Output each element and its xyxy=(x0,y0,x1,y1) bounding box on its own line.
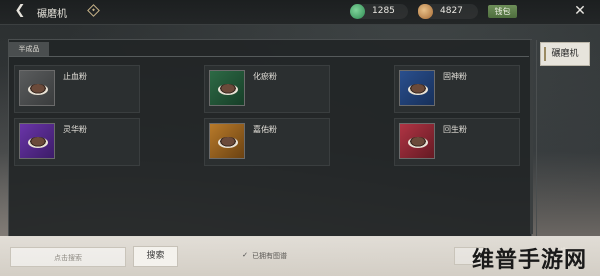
owned-filter-label[interactable]: 已拥有图谱 xyxy=(252,251,287,261)
item-name: 回生粉 xyxy=(443,125,467,134)
item-icon-frame xyxy=(399,123,435,159)
search-button[interactable]: 搜索 xyxy=(133,246,178,267)
item-icon-frame xyxy=(19,70,55,106)
jade-icon xyxy=(350,4,365,19)
search-input[interactable]: 点击搜索 xyxy=(10,247,126,267)
watermark: 维普手游网 xyxy=(472,248,588,273)
coin-icon xyxy=(418,4,433,19)
bowl-icon xyxy=(218,84,238,95)
item-icon-frame xyxy=(209,70,245,106)
item-icon-frame xyxy=(209,123,245,159)
jade-currency[interactable]: 1285 xyxy=(350,4,408,19)
item-name: 灵华粉 xyxy=(63,125,87,134)
coin-amount: 4827 xyxy=(440,6,463,16)
coin-currency[interactable]: 4827 xyxy=(418,4,478,19)
recipe-item[interactable]: 回生粉 xyxy=(394,118,520,166)
item-icon-frame xyxy=(399,70,435,106)
recipe-item[interactable]: 固神粉 xyxy=(394,65,520,113)
item-icon-frame xyxy=(19,123,55,159)
scrollbar[interactable] xyxy=(530,40,533,234)
item-name: 化瘀粉 xyxy=(253,72,277,81)
side-tab-grinder[interactable]: 碾磨机 xyxy=(540,42,590,66)
bowl-icon xyxy=(28,84,48,95)
bowl-icon xyxy=(28,137,48,148)
recipe-item[interactable]: 止血粉 xyxy=(14,65,140,113)
bowl-icon xyxy=(408,137,428,148)
tab-semi-finished[interactable]: 半成品 xyxy=(9,42,49,56)
item-name: 固神粉 xyxy=(443,72,467,81)
recipe-item[interactable]: 嘉佑粉 xyxy=(204,118,330,166)
item-name: 嘉佑粉 xyxy=(253,125,277,134)
jade-amount: 1285 xyxy=(372,6,395,16)
side-rail xyxy=(536,40,537,236)
back-arrow-icon[interactable]: ❮ xyxy=(12,3,28,19)
bowl-icon xyxy=(218,137,238,148)
page-title: 碾磨机 xyxy=(37,9,67,20)
tab-divider xyxy=(9,56,529,57)
close-icon[interactable]: ✕ xyxy=(572,3,588,19)
recipe-item[interactable]: 灵华粉 xyxy=(14,118,140,166)
bowl-icon xyxy=(408,84,428,95)
item-name: 止血粉 xyxy=(63,72,87,81)
diamond-info-icon[interactable] xyxy=(87,4,100,17)
wallet-button[interactable]: 钱包 xyxy=(488,5,517,18)
top-bar: ❮ 碾磨机 1285 4827 钱包 ✕ xyxy=(0,0,600,25)
checkbox-icon[interactable]: ✓ xyxy=(241,251,249,259)
recipe-item[interactable]: 化瘀粉 xyxy=(204,65,330,113)
